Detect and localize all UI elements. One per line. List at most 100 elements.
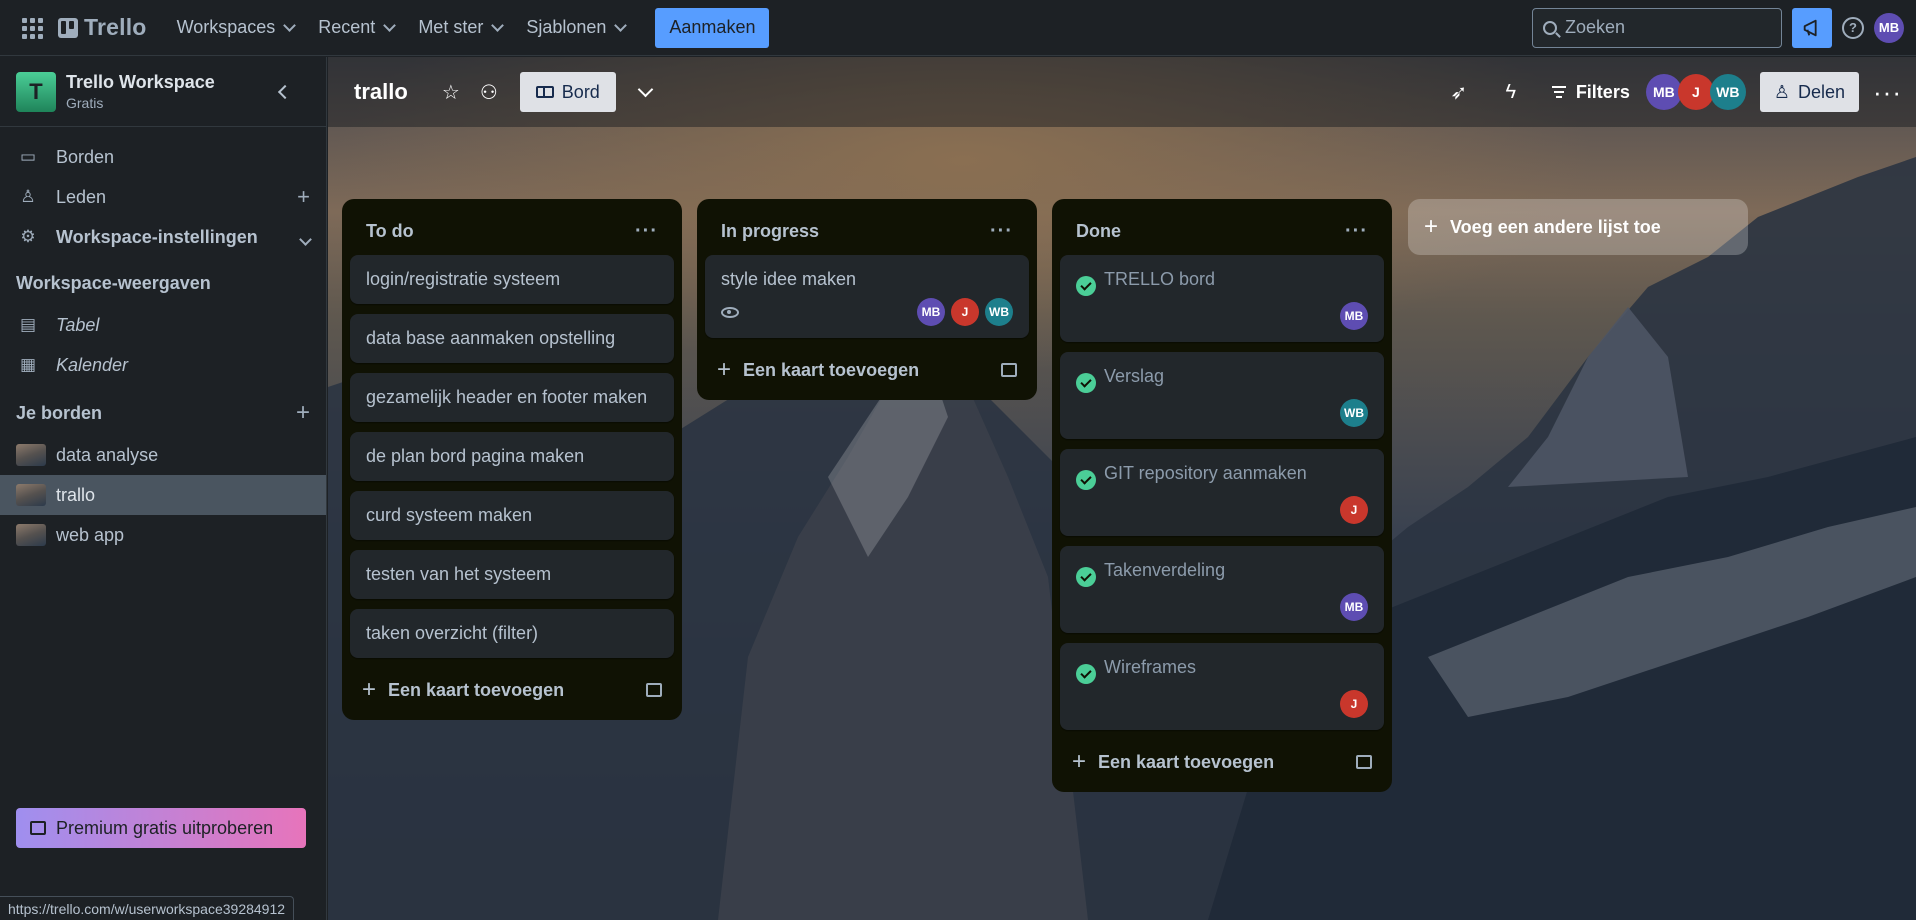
card[interactable]: de plan bord pagina maken — [350, 432, 674, 481]
create-button[interactable]: Aanmaken — [655, 7, 770, 48]
premium-trial-button[interactable]: Premium gratis uitproberen — [16, 808, 306, 848]
member-avatar[interactable]: MB — [1645, 74, 1682, 110]
list-header[interactable]: Done ··· — [1060, 207, 1384, 255]
card[interactable]: gezamelijk header en footer maken — [350, 373, 674, 422]
sidebar-board-data-analyse[interactable]: data analyse — [0, 435, 326, 475]
card-member-avatar[interactable]: WB — [985, 298, 1013, 326]
complete-check-icon[interactable] — [1076, 567, 1096, 587]
card[interactable]: TRELLO bord MB — [1060, 255, 1384, 342]
nav-starred-label: Met ster — [418, 17, 484, 37]
power-ups-icon[interactable]: ➶ — [1442, 75, 1476, 109]
complete-check-icon[interactable] — [1076, 276, 1096, 296]
card-member-avatar[interactable]: MB — [917, 298, 945, 326]
board-thumbnail — [16, 484, 46, 506]
nav-templates[interactable]: Sjablonen — [514, 10, 637, 46]
card-member-avatar[interactable]: J — [1340, 496, 1368, 524]
card-template-icon[interactable] — [1001, 363, 1017, 377]
complete-check-icon[interactable] — [1076, 664, 1096, 684]
list-title[interactable]: To do — [366, 221, 414, 242]
sidebar: T Trello Workspace Gratis ▭ Borden ♙ Led… — [0, 57, 327, 920]
chevron-down-icon[interactable] — [299, 224, 312, 250]
add-list-button[interactable]: + Voeg een andere lijst toe — [1408, 199, 1748, 255]
card[interactable]: taken overzicht (filter) — [350, 609, 674, 658]
plus-icon: + — [1424, 213, 1439, 240]
sidebar-board-label: data analyse — [56, 444, 159, 465]
card-member-avatar[interactable]: MB — [1340, 593, 1368, 621]
card[interactable]: Verslag WB — [1060, 352, 1384, 439]
card-member-avatar[interactable]: J — [951, 298, 979, 326]
card[interactable]: login/registratie systeem — [350, 255, 674, 304]
list-title[interactable]: Done — [1076, 221, 1121, 242]
add-card-button[interactable]: + Een kaart toevoegen — [350, 668, 674, 712]
card[interactable]: testen van het systeem — [350, 550, 674, 599]
add-board-icon[interactable]: + — [296, 399, 310, 427]
card-member-avatar[interactable]: J — [1340, 690, 1368, 718]
visibility-icon[interactable]: ⚇ — [472, 75, 506, 109]
card-template-icon[interactable] — [1356, 755, 1372, 769]
card[interactable]: GIT repository aanmaken J — [1060, 449, 1384, 536]
complete-check-icon[interactable] — [1076, 373, 1096, 393]
sidebar-board-web-app[interactable]: web app — [0, 515, 326, 555]
nav-starred[interactable]: Met ster — [406, 10, 514, 46]
notifications-button[interactable] — [1792, 7, 1832, 48]
trello-logo[interactable]: Trello — [58, 14, 147, 41]
card[interactable]: data base aanmaken opstelling — [350, 314, 674, 363]
sidebar-board-trallo[interactable]: trallo — [0, 475, 326, 515]
list-menu-icon[interactable]: ··· — [635, 220, 658, 243]
filters-button[interactable]: Filters — [1546, 82, 1636, 103]
add-card-button[interactable]: + Een kaart toevoegen — [1060, 740, 1384, 784]
sidebar-item-table[interactable]: ▤ Tabel — [0, 305, 326, 345]
nav-templates-label: Sjablonen — [526, 17, 607, 37]
app-switcher-icon[interactable] — [20, 16, 44, 40]
card[interactable]: Takenverdeling MB — [1060, 546, 1384, 633]
card-template-icon[interactable] — [646, 683, 662, 697]
card-member-avatar[interactable]: MB — [1340, 302, 1368, 330]
star-icon[interactable]: ☆ — [434, 75, 468, 109]
complete-check-icon[interactable] — [1076, 470, 1096, 490]
sidebar-item-calendar[interactable]: ▦ Kalender — [0, 345, 326, 385]
chevron-down-icon — [614, 18, 628, 32]
share-button[interactable]: ♙ Delen — [1759, 72, 1860, 112]
premium-trial-label: Premium gratis uitproberen — [56, 817, 274, 838]
card[interactable]: curd systeem maken — [350, 491, 674, 540]
sidebar-item-settings[interactable]: ⚙ Workspace-instellingen — [0, 217, 326, 257]
megaphone-icon — [1803, 19, 1817, 36]
chevron-down-icon — [283, 18, 297, 32]
list-title[interactable]: In progress — [721, 221, 819, 242]
card[interactable]: style idee maken MB J WB — [705, 255, 1029, 338]
collapse-sidebar-icon[interactable] — [277, 84, 293, 99]
search-icon — [1543, 20, 1557, 35]
add-person-icon: ♙ — [1773, 81, 1790, 102]
more-icon[interactable]: ··· — [1873, 77, 1902, 108]
board-thumbnail — [16, 524, 46, 546]
add-card-button[interactable]: + Een kaart toevoegen — [705, 348, 1029, 392]
search-input[interactable]: Zoeken — [1532, 7, 1782, 48]
board-view-icon — [535, 86, 554, 98]
list-menu-icon[interactable]: ··· — [1345, 220, 1368, 243]
add-member-icon[interactable]: + — [297, 184, 310, 210]
list-menu-icon[interactable]: ··· — [990, 220, 1013, 243]
list-header[interactable]: To do ··· — [350, 207, 674, 255]
card[interactable]: Wireframes J — [1060, 643, 1384, 730]
workspace-logo[interactable]: T — [16, 71, 56, 112]
your-boards-label: Je borden — [16, 402, 103, 423]
board-view-button[interactable]: Bord — [519, 72, 616, 112]
board-title[interactable]: trallo — [354, 79, 408, 105]
card-title: Verslag — [1104, 366, 1165, 386]
user-avatar[interactable]: MB — [1874, 12, 1904, 43]
automation-icon[interactable]: ϟ — [1494, 75, 1528, 109]
workspace-name[interactable]: Trello Workspace — [66, 72, 215, 93]
calendar-icon: ▦ — [19, 355, 37, 374]
sidebar-item-boards[interactable]: ▭ Borden — [0, 137, 326, 177]
member-avatar[interactable]: J — [1677, 74, 1714, 110]
card-title: Wireframes — [1104, 657, 1197, 677]
card-member-avatar[interactable]: WB — [1340, 399, 1368, 427]
help-icon[interactable]: ? — [1842, 16, 1864, 39]
sidebar-item-members[interactable]: ♙ Leden + — [0, 177, 326, 217]
chevron-down-icon[interactable] — [637, 81, 654, 97]
add-card-label: Een kaart toevoegen — [388, 679, 565, 700]
nav-recent[interactable]: Recent — [306, 10, 406, 46]
member-avatar[interactable]: WB — [1709, 74, 1746, 110]
list-header[interactable]: In progress ··· — [705, 207, 1029, 255]
nav-workspaces[interactable]: Workspaces — [165, 10, 307, 46]
